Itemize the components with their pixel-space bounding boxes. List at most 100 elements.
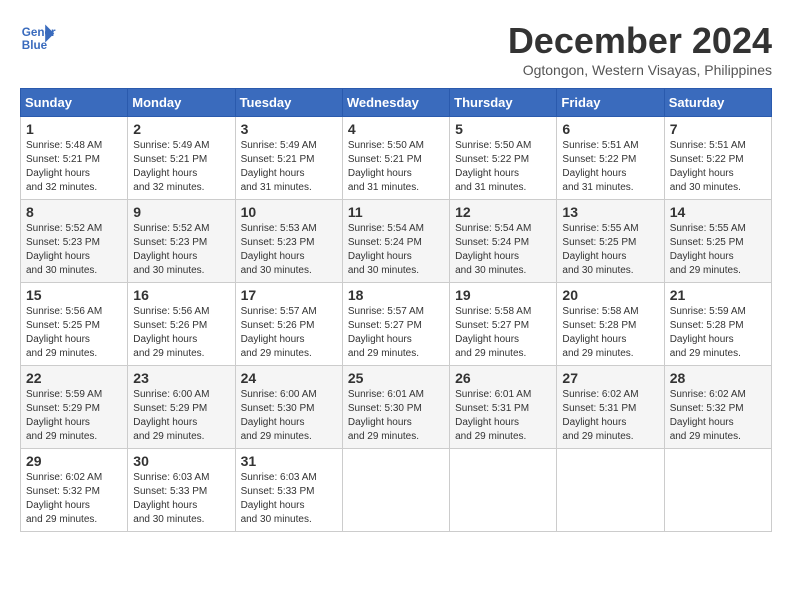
calendar-cell: 12 Sunrise: 5:54 AMSunset: 5:24 PMDaylig… [450,200,557,283]
logo-icon: General Blue [20,20,56,56]
day-info: Sunrise: 5:56 AMSunset: 5:25 PMDaylight … [26,306,102,359]
page-header: General Blue December 2024 Ogtongon, Wes… [20,20,772,78]
day-number: 9 [133,204,229,220]
day-number: 5 [455,121,551,137]
day-number: 12 [455,204,551,220]
day-info: Sunrise: 5:54 AMSunset: 5:24 PMDaylight … [455,223,531,276]
day-info: Sunrise: 5:59 AMSunset: 5:28 PMDaylight … [670,306,746,359]
day-info: Sunrise: 5:50 AMSunset: 5:22 PMDaylight … [455,140,531,193]
day-number: 1 [26,121,122,137]
day-info: Sunrise: 5:58 AMSunset: 5:28 PMDaylight … [562,306,638,359]
day-info: Sunrise: 5:51 AMSunset: 5:22 PMDaylight … [562,140,638,193]
day-info: Sunrise: 5:53 AMSunset: 5:23 PMDaylight … [241,223,317,276]
month-title: December 2024 [508,20,772,62]
day-info: Sunrise: 5:52 AMSunset: 5:23 PMDaylight … [133,223,209,276]
calendar-cell: 19 Sunrise: 5:58 AMSunset: 5:27 PMDaylig… [450,283,557,366]
weekday-header-wednesday: Wednesday [342,89,449,117]
calendar-cell: 16 Sunrise: 5:56 AMSunset: 5:26 PMDaylig… [128,283,235,366]
calendar-week-row: 29 Sunrise: 6:02 AMSunset: 5:32 PMDaylig… [21,449,772,532]
day-number: 10 [241,204,337,220]
calendar-cell: 18 Sunrise: 5:57 AMSunset: 5:27 PMDaylig… [342,283,449,366]
day-number: 6 [562,121,658,137]
day-number: 27 [562,370,658,386]
day-info: Sunrise: 5:51 AMSunset: 5:22 PMDaylight … [670,140,746,193]
day-info: Sunrise: 5:49 AMSunset: 5:21 PMDaylight … [133,140,209,193]
day-number: 17 [241,287,337,303]
day-number: 13 [562,204,658,220]
logo: General Blue [20,20,56,56]
day-number: 28 [670,370,766,386]
day-info: Sunrise: 6:00 AMSunset: 5:30 PMDaylight … [241,389,317,442]
day-number: 31 [241,453,337,469]
calendar-cell: 15 Sunrise: 5:56 AMSunset: 5:25 PMDaylig… [21,283,128,366]
calendar-cell [342,449,449,532]
weekday-header-friday: Friday [557,89,664,117]
day-info: Sunrise: 5:57 AMSunset: 5:27 PMDaylight … [348,306,424,359]
calendar-cell: 25 Sunrise: 6:01 AMSunset: 5:30 PMDaylig… [342,366,449,449]
day-number: 16 [133,287,229,303]
day-number: 7 [670,121,766,137]
calendar-cell [557,449,664,532]
calendar-cell: 22 Sunrise: 5:59 AMSunset: 5:29 PMDaylig… [21,366,128,449]
weekday-header-row: SundayMondayTuesdayWednesdayThursdayFrid… [21,89,772,117]
calendar-cell: 31 Sunrise: 6:03 AMSunset: 5:33 PMDaylig… [235,449,342,532]
calendar-cell: 23 Sunrise: 6:00 AMSunset: 5:29 PMDaylig… [128,366,235,449]
calendar-cell: 6 Sunrise: 5:51 AMSunset: 5:22 PMDayligh… [557,117,664,200]
calendar-cell: 28 Sunrise: 6:02 AMSunset: 5:32 PMDaylig… [664,366,771,449]
calendar-cell: 14 Sunrise: 5:55 AMSunset: 5:25 PMDaylig… [664,200,771,283]
calendar-cell: 2 Sunrise: 5:49 AMSunset: 5:21 PMDayligh… [128,117,235,200]
calendar-cell: 20 Sunrise: 5:58 AMSunset: 5:28 PMDaylig… [557,283,664,366]
day-info: Sunrise: 6:00 AMSunset: 5:29 PMDaylight … [133,389,209,442]
day-number: 11 [348,204,444,220]
day-number: 15 [26,287,122,303]
calendar-week-row: 8 Sunrise: 5:52 AMSunset: 5:23 PMDayligh… [21,200,772,283]
weekday-header-thursday: Thursday [450,89,557,117]
day-number: 22 [26,370,122,386]
day-info: Sunrise: 6:01 AMSunset: 5:30 PMDaylight … [348,389,424,442]
day-info: Sunrise: 5:48 AMSunset: 5:21 PMDaylight … [26,140,102,193]
day-number: 23 [133,370,229,386]
day-number: 18 [348,287,444,303]
calendar-week-row: 22 Sunrise: 5:59 AMSunset: 5:29 PMDaylig… [21,366,772,449]
weekday-header-sunday: Sunday [21,89,128,117]
calendar-cell: 27 Sunrise: 6:02 AMSunset: 5:31 PMDaylig… [557,366,664,449]
day-info: Sunrise: 5:55 AMSunset: 5:25 PMDaylight … [562,223,638,276]
calendar-cell: 21 Sunrise: 5:59 AMSunset: 5:28 PMDaylig… [664,283,771,366]
day-info: Sunrise: 5:57 AMSunset: 5:26 PMDaylight … [241,306,317,359]
day-number: 20 [562,287,658,303]
location-subtitle: Ogtongon, Western Visayas, Philippines [508,62,772,78]
weekday-header-tuesday: Tuesday [235,89,342,117]
day-number: 14 [670,204,766,220]
day-number: 19 [455,287,551,303]
calendar-cell: 3 Sunrise: 5:49 AMSunset: 5:21 PMDayligh… [235,117,342,200]
day-info: Sunrise: 6:02 AMSunset: 5:31 PMDaylight … [562,389,638,442]
calendar-cell: 10 Sunrise: 5:53 AMSunset: 5:23 PMDaylig… [235,200,342,283]
day-number: 26 [455,370,551,386]
calendar-cell: 1 Sunrise: 5:48 AMSunset: 5:21 PMDayligh… [21,117,128,200]
calendar-cell: 30 Sunrise: 6:03 AMSunset: 5:33 PMDaylig… [128,449,235,532]
day-number: 29 [26,453,122,469]
day-number: 21 [670,287,766,303]
calendar-cell: 13 Sunrise: 5:55 AMSunset: 5:25 PMDaylig… [557,200,664,283]
day-number: 8 [26,204,122,220]
day-info: Sunrise: 6:02 AMSunset: 5:32 PMDaylight … [26,472,102,525]
day-info: Sunrise: 5:58 AMSunset: 5:27 PMDaylight … [455,306,531,359]
svg-text:Blue: Blue [22,39,48,52]
calendar-week-row: 1 Sunrise: 5:48 AMSunset: 5:21 PMDayligh… [21,117,772,200]
day-info: Sunrise: 5:50 AMSunset: 5:21 PMDaylight … [348,140,424,193]
calendar-cell: 26 Sunrise: 6:01 AMSunset: 5:31 PMDaylig… [450,366,557,449]
day-info: Sunrise: 6:01 AMSunset: 5:31 PMDaylight … [455,389,531,442]
calendar-cell: 5 Sunrise: 5:50 AMSunset: 5:22 PMDayligh… [450,117,557,200]
day-info: Sunrise: 5:52 AMSunset: 5:23 PMDaylight … [26,223,102,276]
day-info: Sunrise: 6:03 AMSunset: 5:33 PMDaylight … [241,472,317,525]
weekday-header-monday: Monday [128,89,235,117]
day-info: Sunrise: 5:54 AMSunset: 5:24 PMDaylight … [348,223,424,276]
day-info: Sunrise: 5:56 AMSunset: 5:26 PMDaylight … [133,306,209,359]
day-number: 24 [241,370,337,386]
calendar-cell: 11 Sunrise: 5:54 AMSunset: 5:24 PMDaylig… [342,200,449,283]
calendar-cell: 8 Sunrise: 5:52 AMSunset: 5:23 PMDayligh… [21,200,128,283]
day-number: 30 [133,453,229,469]
day-number: 2 [133,121,229,137]
calendar-week-row: 15 Sunrise: 5:56 AMSunset: 5:25 PMDaylig… [21,283,772,366]
title-area: December 2024 Ogtongon, Western Visayas,… [508,20,772,78]
